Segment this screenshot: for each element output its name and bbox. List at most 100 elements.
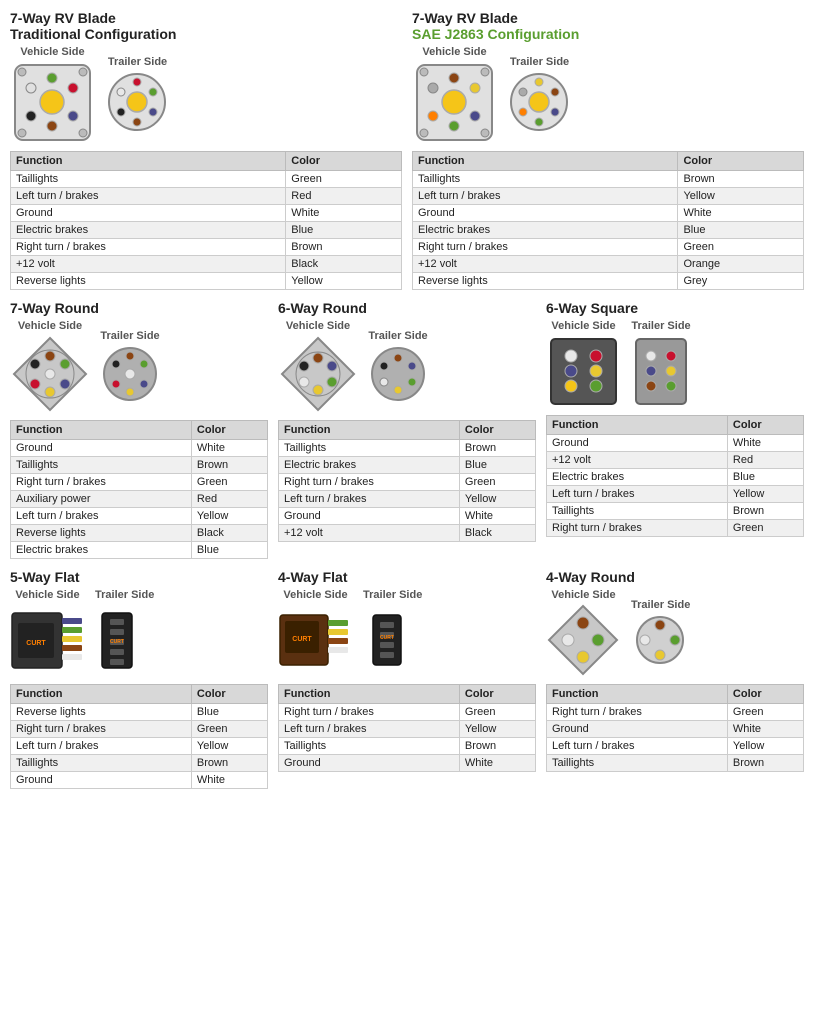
table-row: Reverse lightsBlue [11,704,268,721]
section-title-4way-flat: 4-Way Flat [278,569,536,585]
4way-flat-table: Function Color Right turn / brakesGreen … [278,684,536,772]
vehicle-side-label-6sq: Vehicle Side [551,320,615,332]
section-5way-flat: 5-Way Flat Vehicle Side CURT [10,569,268,789]
6way-square-vehicle-icon [546,334,621,409]
table-row: +12 voltRed [547,452,804,469]
6way-round-trailer-icon [368,344,428,404]
section-title-7way-round: 7-Way Round [10,300,268,316]
table-row: +12 voltOrange [413,256,804,273]
col-color: Color [191,685,267,704]
trailer-side-label-7r: Trailer Side [100,330,159,342]
table-row: Electric brakesBlue [11,542,268,559]
4way-flat-trailer-icon: CURT [368,603,418,678]
table-row: Right turn / brakesGreen [279,474,536,491]
svg-text:CURT: CURT [26,640,46,647]
trailer-side-label-sae: Trailer Side [510,56,569,68]
svg-text:CURT: CURT [292,636,312,643]
section-subtitle-7way-sae: SAE J2863 Configuration [412,26,804,42]
trailer-side-label-5f: Trailer Side [95,589,154,601]
col-color: Color [286,152,402,171]
4way-flat-vehicle-icon: CURT [278,603,353,678]
6way-round-table: Function Color TaillightsBrown Electric … [278,420,536,542]
col-color: Color [459,421,535,440]
table-row: Auxiliary powerRed [11,491,268,508]
table-row: TaillightsBrown [547,755,804,772]
table-row: Right turn / brakesBrown [11,239,402,256]
table-row: GroundWhite [547,721,804,738]
table-row: GroundWhite [279,755,536,772]
table-row: Left turn / brakesYellow [413,188,804,205]
table-row: Right turn / brakesGreen [413,239,804,256]
table-row: Right turn / brakesGreen [547,704,804,721]
5way-flat-trailer-icon: CURT [97,603,152,678]
section-6way-square: 6-Way Square Vehicle Side Trailer Side [546,300,804,559]
section-title-7way-trad: 7-Way RV Blade [10,10,402,26]
trailer-side-label-4f: Trailer Side [363,589,422,601]
6way-square-trailer-icon [631,334,691,409]
4way-round-trailer-icon [633,613,688,668]
4way-round-vehicle-icon [546,603,621,678]
table-row: TaillightsBrown [279,440,536,457]
section-title-6way-square: 6-Way Square [546,300,804,316]
col-color: Color [727,416,803,435]
col-color: Color [678,152,804,171]
section-7way-round: 7-Way Round Vehicle Side [10,300,268,559]
table-row: GroundWhite [279,508,536,525]
table-row: TaillightsBrown [11,755,268,772]
table-row: Right turn / brakesGreen [11,721,268,738]
table-row: Reverse lightsBlack [11,525,268,542]
col-color: Color [191,421,267,440]
table-row: TaillightsBrown [11,457,268,474]
col-function: Function [279,685,460,704]
table-row: Right turn / brakesGreen [279,704,536,721]
table-row: Electric brakesBlue [11,222,402,239]
table-row: TaillightsBrown [547,503,804,520]
vehicle-side-label-5f: Vehicle Side [15,589,79,601]
table-row: TaillightsGreen [11,171,402,188]
table-row: Left turn / brakesYellow [279,491,536,508]
7way-rv-vehicle-sae-icon [412,60,497,145]
vehicle-side-label: Vehicle Side [20,46,84,58]
section-7way-rv-sae: 7-Way RV Blade SAE J2863 Configuration V… [412,10,804,290]
table-row: Right turn / brakesGreen [547,520,804,537]
col-color: Color [459,685,535,704]
section-subtitle-7way-trad: Traditional Configuration [10,26,402,42]
section-6way-round: 6-Way Round Vehicle Side Trailer Sid [278,300,536,559]
section-4way-flat: 4-Way Flat Vehicle Side CURT Trailer Sid… [278,569,536,789]
section-title-7way-sae: 7-Way RV Blade [412,10,804,26]
section-title-6way-round: 6-Way Round [278,300,536,316]
7way-rv-trailer-traditional-icon [105,70,170,135]
trailer-side-label-6sq: Trailer Side [631,320,690,332]
table-row: Left turn / brakesYellow [11,508,268,525]
trailer-side-label: Trailer Side [108,56,167,68]
col-function: Function [413,152,678,171]
vehicle-side-label-sae: Vehicle Side [422,46,486,58]
table-row: Electric brakesBlue [413,222,804,239]
table-row: Left turn / brakesYellow [279,721,536,738]
col-function: Function [279,421,460,440]
table-row: Left turn / brakesRed [11,188,402,205]
4way-round-table: Function Color Right turn / brakesGreen … [546,684,804,772]
col-function: Function [547,685,728,704]
svg-text:CURT: CURT [110,639,124,645]
col-function: Function [11,152,286,171]
trailer-side-label-4r: Trailer Side [631,599,690,611]
5way-flat-vehicle-icon: CURT [10,603,85,678]
7way-round-vehicle-icon [10,334,90,414]
col-color: Color [727,685,803,704]
7way-round-trailer-icon [100,344,160,404]
table-row: GroundWhite [413,205,804,222]
table-row: Reverse lightsGrey [413,273,804,290]
table-row: GroundWhite [11,205,402,222]
col-function: Function [11,685,192,704]
vehicle-side-label-4f: Vehicle Side [283,589,347,601]
section-title-5way-flat: 5-Way Flat [10,569,268,585]
table-row: Left turn / brakesYellow [547,738,804,755]
table-row: GroundWhite [547,435,804,452]
table-row: Electric brakesBlue [547,469,804,486]
table-row: GroundWhite [11,440,268,457]
7way-sae-table: Function Color TaillightsBrown Left turn… [412,151,804,290]
col-function: Function [11,421,192,440]
section-7way-rv-traditional: 7-Way RV Blade Traditional Configuration… [10,10,402,290]
table-row: Reverse lightsYellow [11,273,402,290]
